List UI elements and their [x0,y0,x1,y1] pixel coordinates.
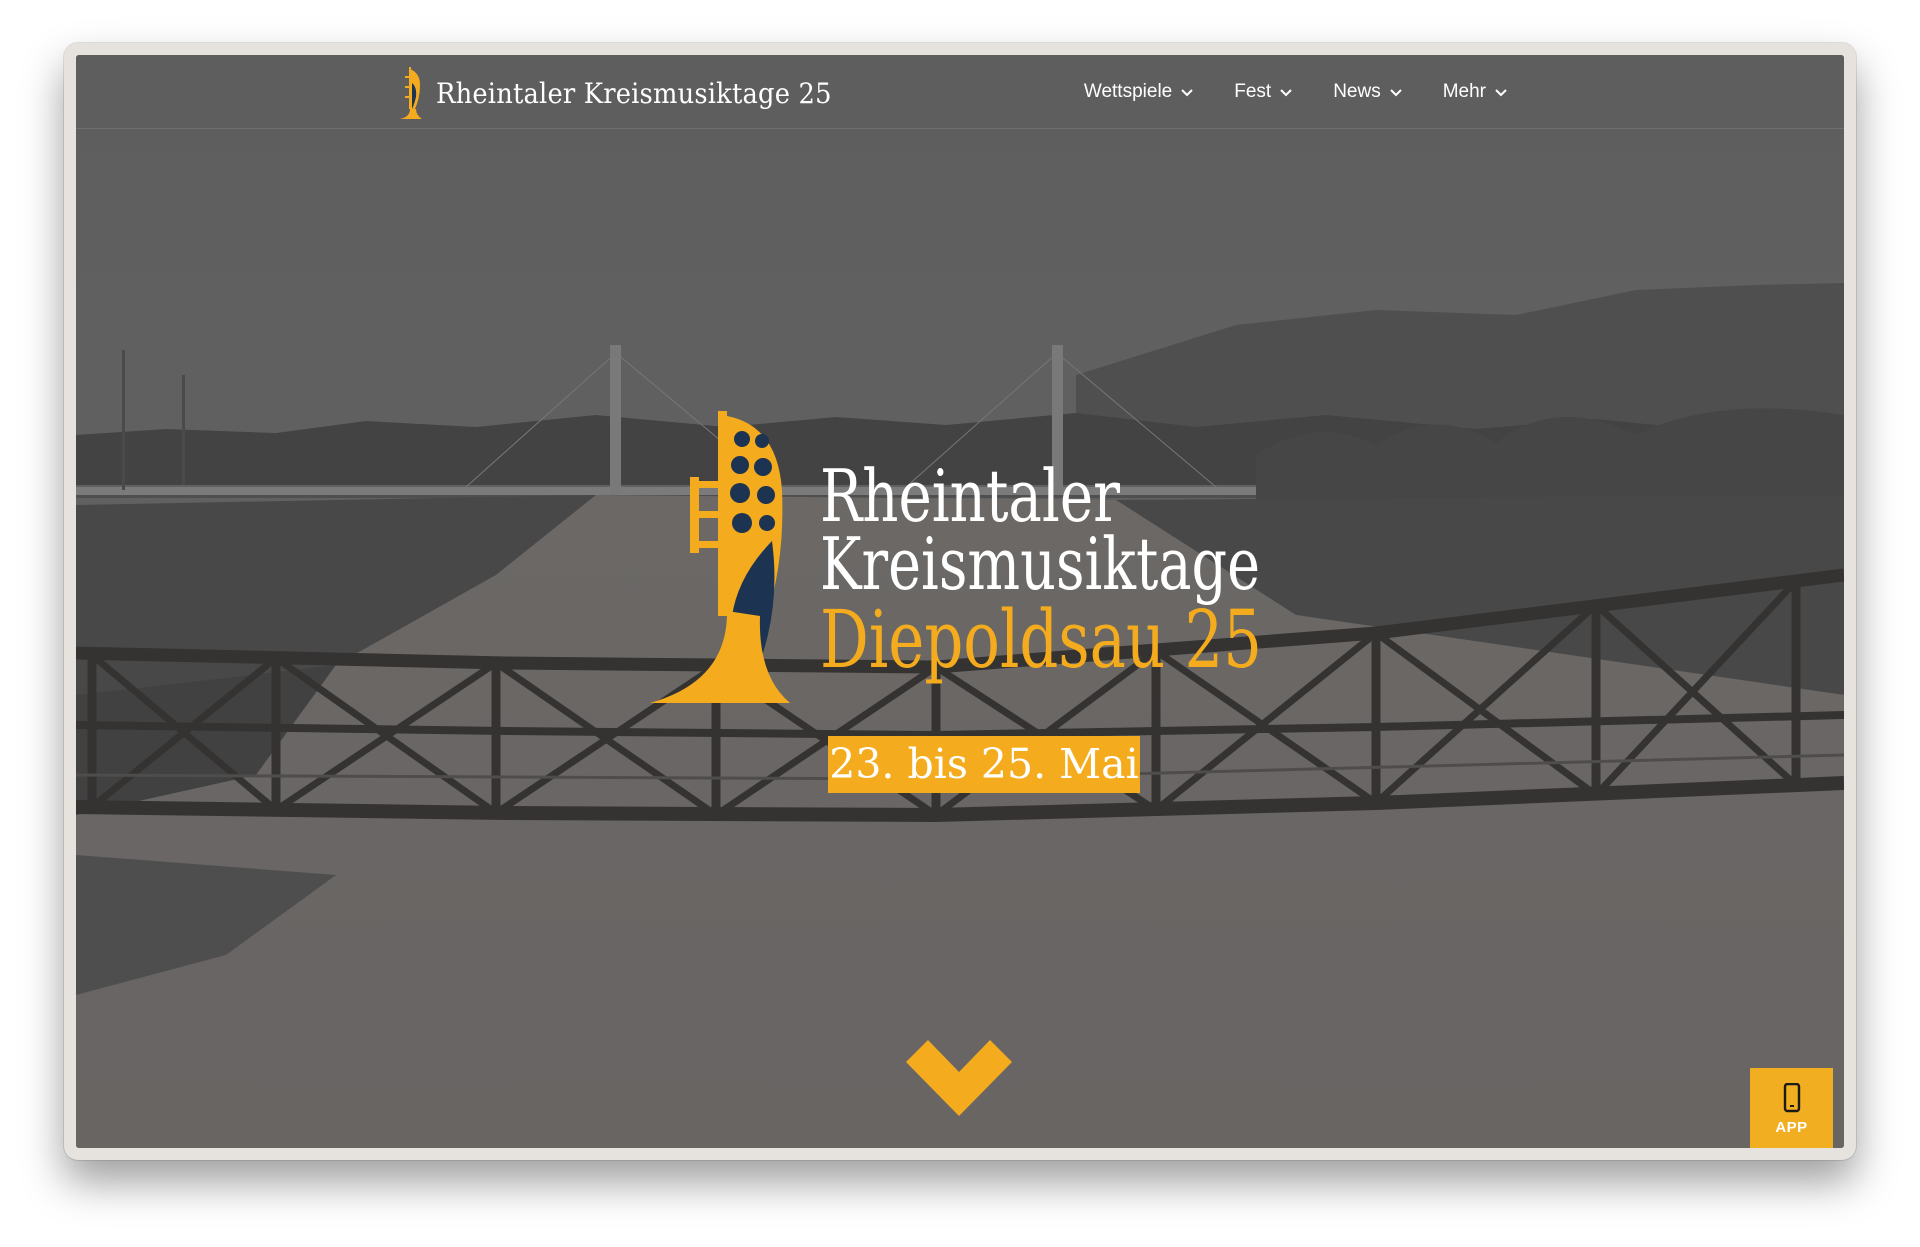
nav-item-label: News [1333,80,1381,102]
chevron-down-icon [1389,88,1402,96]
brand-link[interactable]: Rheintaler Kreismusiktage 25 [396,65,866,121]
main-nav: Wettspiele Fest News Mehr [1084,55,1508,128]
nav-item-label: Mehr [1442,80,1486,102]
app-button-label: APP [1775,1119,1808,1136]
nav-item-mehr[interactable]: Mehr [1443,81,1508,103]
chevron-down-icon [1495,88,1507,96]
top-navbar: Rheintaler Kreismusiktage 25 Wettspiele … [76,55,1844,129]
chevron-down-icon[interactable] [906,1040,1012,1116]
nav-item-label: Wettspiele [1083,80,1173,102]
nav-item-news[interactable]: News [1333,81,1403,103]
event-date-badge: 23. bis 25. Mai [828,736,1140,793]
browser-window: Rheintaler Kreismusiktage 25 Wettspiele … [64,43,1856,1160]
nav-item-label: Fest [1234,80,1272,102]
chevron-down-icon [1280,88,1292,96]
brand-name: Rheintaler Kreismusiktage 25 [436,76,832,110]
nav-item-wettspiele[interactable]: Wettspiele [1084,81,1194,103]
trumpet-corn-icon [650,411,790,703]
nav-item-fest[interactable]: Fest [1234,81,1293,103]
page-viewport: Rheintaler Kreismusiktage 25 Wettspiele … [76,55,1844,1148]
chevron-down-icon [1181,88,1193,96]
smartphone-icon [1783,1083,1800,1113]
logo-line-3: Diepoldsau 25 [820,593,1262,686]
app-button[interactable]: APP [1750,1068,1833,1148]
trumpet-corn-icon [400,67,422,119]
